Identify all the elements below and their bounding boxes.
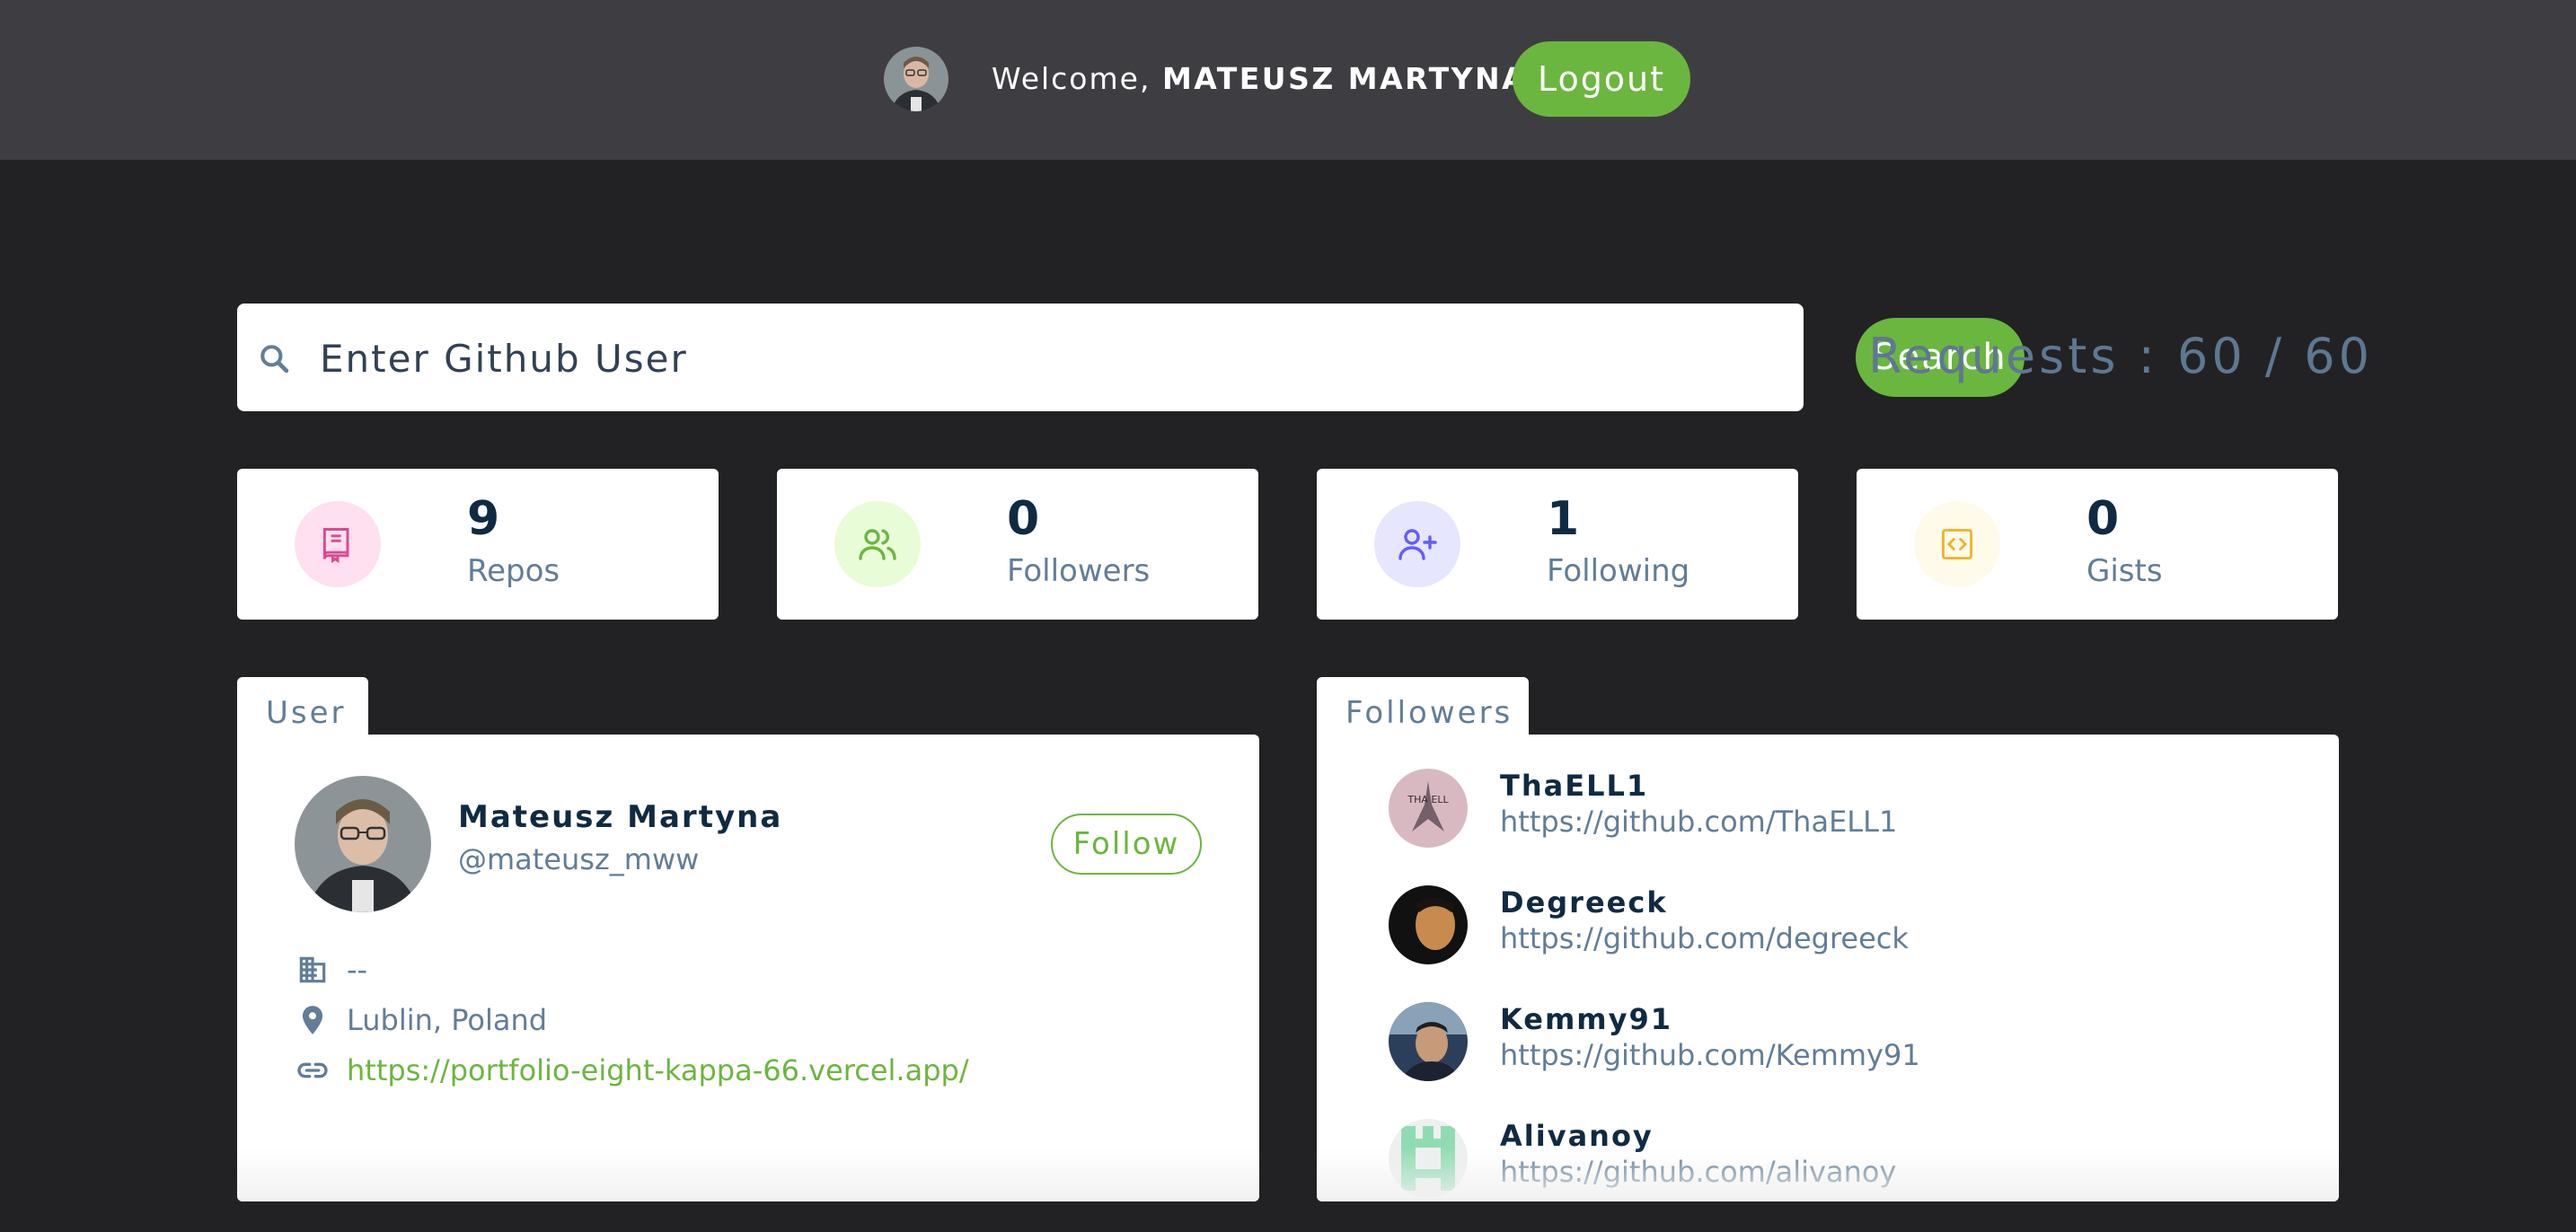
follower-item[interactable]: THA ELL ThaELL1 https://github.com/ThaEL…	[1389, 763, 2287, 853]
welcome-text: Welcome, MATEUSZ MARTYNA	[992, 59, 1527, 99]
followers-label: Followers	[1007, 553, 1151, 589]
user-location-row: Lublin, Poland	[295, 1000, 547, 1040]
requests-counter: Requests : 60 / 60	[1868, 328, 2373, 384]
panel-fade	[237, 1148, 1259, 1201]
user-panel: Mateusz Martyna @mateusz_mww Follow -- L…	[237, 735, 1259, 1201]
user-full-name: Mateusz Martyna	[458, 799, 783, 835]
stat-card-following: 1 Following	[1317, 469, 1798, 620]
followers-count: 0	[1007, 492, 1040, 546]
user-location: Lublin, Poland	[347, 1003, 548, 1037]
user-company-row: --	[295, 950, 367, 990]
followers-panel: THA ELL ThaELL1 https://github.com/ThaEL…	[1317, 735, 2339, 1201]
search-form: Search	[237, 304, 2025, 411]
welcome-prefix: Welcome,	[992, 61, 1162, 96]
users-icon	[834, 501, 921, 587]
navbar-avatar	[884, 47, 948, 111]
book-icon	[295, 501, 381, 587]
user-blog-row[interactable]: https://portfolio-eight-kappa-66.vercel.…	[295, 1051, 969, 1090]
repos-count: 9	[467, 492, 500, 546]
user-blog-link[interactable]: https://portfolio-eight-kappa-66.vercel.…	[347, 1053, 969, 1087]
code-icon	[1914, 501, 2000, 587]
logout-button[interactable]: Logout	[1513, 41, 1690, 117]
follower-item[interactable]: Alivanoy https://github.com/alivanoy	[1389, 1113, 2287, 1201]
stat-card-followers: 0 Followers	[777, 469, 1258, 620]
follower-url[interactable]: https://github.com/ThaELL1	[1500, 803, 1897, 840]
welcome-user-name: MATEUSZ MARTYNA	[1161, 61, 1528, 96]
repos-label: Repos	[467, 553, 560, 589]
follower-avatar	[1389, 885, 1468, 964]
user-login: @mateusz_mww	[458, 842, 700, 876]
user-company: --	[347, 953, 368, 987]
gists-count: 0	[2086, 492, 2120, 546]
svg-text:THA ELL: THA ELL	[1407, 794, 1449, 805]
follower-url[interactable]: https://github.com/alivanoy	[1500, 1153, 1896, 1191]
follower-avatar	[1389, 1002, 1468, 1081]
follow-button[interactable]: Follow	[1051, 814, 1202, 875]
followers-panel-tab: Followers	[1317, 677, 1529, 740]
stat-card-gists: 0 Gists	[1857, 469, 2338, 620]
follower-avatar	[1389, 1119, 1468, 1198]
map-pin-icon	[295, 1002, 331, 1038]
search-input[interactable]	[320, 327, 1829, 390]
follower-url[interactable]: https://github.com/degreeck	[1500, 920, 1909, 957]
user-plus-icon	[1374, 501, 1460, 587]
search-icon	[255, 339, 295, 379]
follower-login[interactable]: Degreeck	[1500, 884, 1668, 921]
follower-login[interactable]: Alivanoy	[1500, 1117, 1654, 1155]
follower-item[interactable]: Kemmy91 https://github.com/Kemmy91	[1389, 997, 2287, 1087]
link-icon	[295, 1052, 331, 1088]
following-count: 1	[1547, 492, 1580, 546]
follower-item[interactable]: Degreeck https://github.com/degreeck	[1389, 880, 2287, 970]
gists-label: Gists	[2086, 553, 2163, 589]
navbar: Welcome, MATEUSZ MARTYNA Logout	[0, 0, 2576, 160]
follower-url[interactable]: https://github.com/Kemmy91	[1500, 1036, 1920, 1074]
stat-card-repos: 9 Repos	[237, 469, 719, 620]
follower-login[interactable]: Kemmy91	[1500, 1000, 1672, 1038]
following-label: Following	[1547, 553, 1690, 589]
follower-avatar: THA ELL	[1389, 769, 1468, 848]
user-panel-tab: User	[237, 677, 368, 740]
user-avatar	[295, 776, 431, 912]
building-icon	[295, 952, 331, 988]
follower-login[interactable]: ThaELL1	[1500, 767, 1648, 805]
